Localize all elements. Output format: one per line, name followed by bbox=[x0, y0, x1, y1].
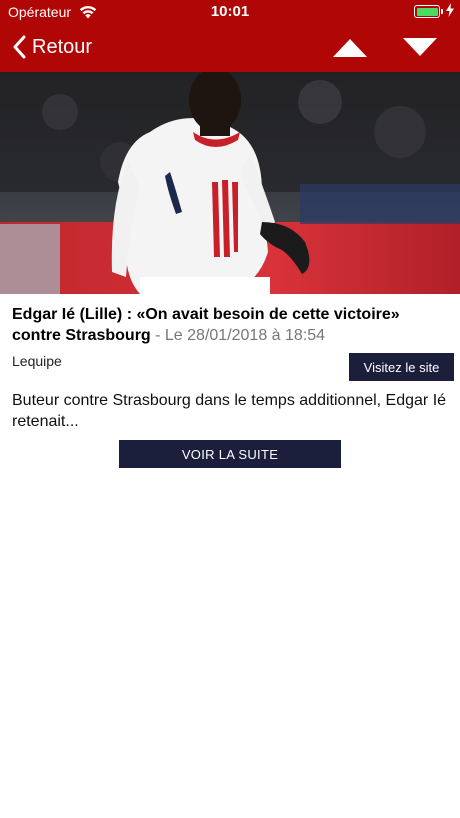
article-summary: Buteur contre Strasbourg dans le temps a… bbox=[12, 392, 447, 430]
battery-level bbox=[416, 7, 438, 16]
article-title-block: Edgar Ié (Lille) : «On avait besoin de c… bbox=[12, 304, 452, 346]
article-date: - Le 28/01/2018 à 18:54 bbox=[150, 327, 326, 344]
next-article-button[interactable] bbox=[402, 37, 438, 57]
previous-article-button[interactable] bbox=[332, 38, 368, 58]
article-image bbox=[0, 72, 460, 294]
back-label: Retour bbox=[32, 35, 93, 58]
charging-bolt-icon bbox=[446, 3, 454, 17]
triangle-up-icon bbox=[333, 39, 367, 57]
triangle-down-icon bbox=[403, 38, 437, 56]
status-bar: Opérateur 10:01 bbox=[0, 0, 460, 24]
chevron-left-icon bbox=[13, 35, 26, 59]
header-bar: Opérateur 10:01 Retour bbox=[0, 0, 460, 72]
clock: 10:01 bbox=[210, 3, 250, 20]
read-more-button[interactable]: VOIR LA SUITE bbox=[119, 440, 341, 468]
football-player-photo bbox=[0, 72, 460, 294]
back-button[interactable]: Retour bbox=[12, 33, 92, 61]
article-source: Lequipe bbox=[12, 353, 62, 369]
battery-icon bbox=[414, 5, 443, 18]
visit-site-button[interactable]: Visitez le site bbox=[349, 353, 454, 381]
battery-tip bbox=[441, 9, 443, 14]
